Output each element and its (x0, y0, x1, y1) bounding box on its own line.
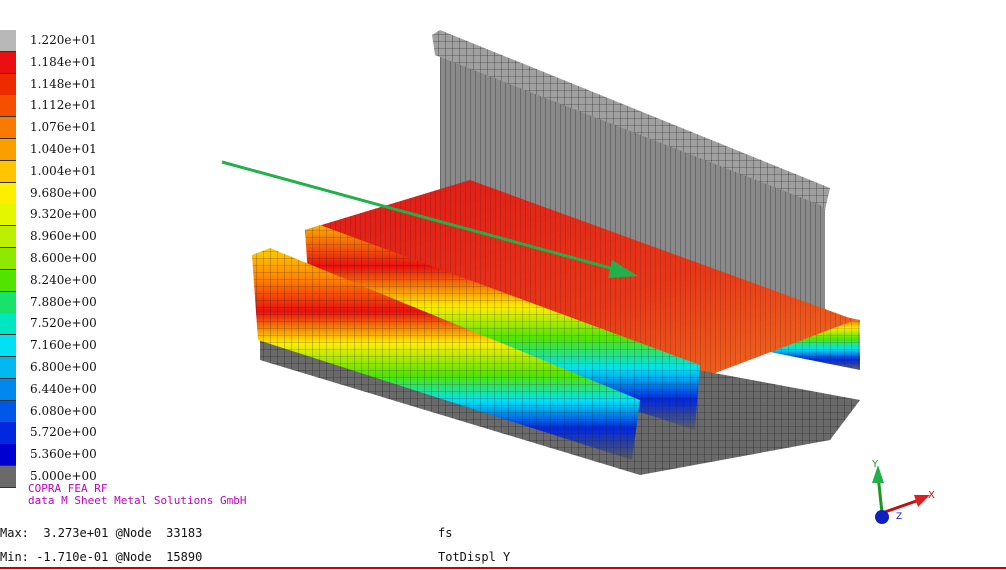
status-bar: Max: 3.273e+01 @Node 33183 Min: -1.710e-… (0, 520, 1006, 570)
legend-swatch (0, 378, 16, 401)
legend-swatch (0, 400, 16, 423)
axis-triad: Y X Z (871, 459, 935, 524)
model-viewport[interactable] (200, 20, 900, 490)
legend-label: 6.800e+00 (30, 360, 97, 374)
credit-line-2: data M Sheet Metal Solutions GmbH (28, 494, 247, 507)
legend-label: 1.076e+01 (30, 120, 97, 135)
legend-label: 5.720e+00 (30, 425, 97, 440)
legend-swatch (0, 291, 16, 314)
min-readout: Min: -1.710e-01 @Node 15890 (0, 550, 203, 564)
legend-label: 1.040e+01 (30, 142, 97, 156)
legend-swatch (0, 313, 16, 336)
triad-x-label: X (928, 490, 935, 501)
max-readout: Max: 3.273e+01 @Node 33183 (0, 526, 203, 540)
legend-label: 7.160e+00 (30, 338, 97, 353)
legend-swatch (0, 139, 16, 161)
legend-label: 1.148e+01 (30, 76, 97, 91)
legend-swatch (0, 117, 16, 140)
legend-swatch (0, 30, 16, 52)
legend-swatch (0, 422, 16, 445)
legend-label: 1.004e+01 (30, 163, 97, 178)
legend-swatch (0, 357, 16, 379)
legend-label: 7.880e+00 (30, 294, 97, 309)
legend-swatch (0, 269, 16, 292)
legend-label: 8.960e+00 (30, 229, 97, 244)
legend-swatch (0, 335, 16, 358)
legend-swatch (0, 51, 16, 74)
legend-label: 7.520e+00 (30, 316, 97, 331)
legend-label: 9.320e+00 (30, 207, 97, 222)
step-label: fs (438, 526, 453, 540)
legend-label: 9.680e+00 (30, 185, 97, 200)
legend-swatch (0, 204, 16, 227)
legend-label: 8.240e+00 (30, 272, 97, 287)
legend-swatch (0, 466, 16, 488)
legend-swatch (0, 95, 16, 118)
legend-label: 6.440e+00 (30, 381, 97, 396)
triad-y-label: Y (871, 459, 879, 470)
legend-swatch (0, 226, 16, 249)
legend-label: 8.600e+00 (30, 251, 97, 265)
legend-swatch (0, 248, 16, 270)
legend-swatch (0, 160, 16, 183)
legend-label: 1.184e+01 (30, 54, 97, 69)
legend-swatch (0, 73, 16, 96)
legend-label: 5.000e+00 (30, 469, 97, 483)
legend-label: 5.360e+00 (30, 447, 97, 462)
legend-label: 1.220e+01 (30, 33, 97, 47)
legend-swatch (0, 182, 16, 205)
result-label: TotDispl Y (438, 550, 511, 564)
legend-swatch (0, 444, 16, 467)
legend-label: 1.112e+01 (30, 98, 97, 113)
legend-label: 6.080e+00 (30, 403, 97, 418)
bottom-rule (0, 567, 1006, 569)
